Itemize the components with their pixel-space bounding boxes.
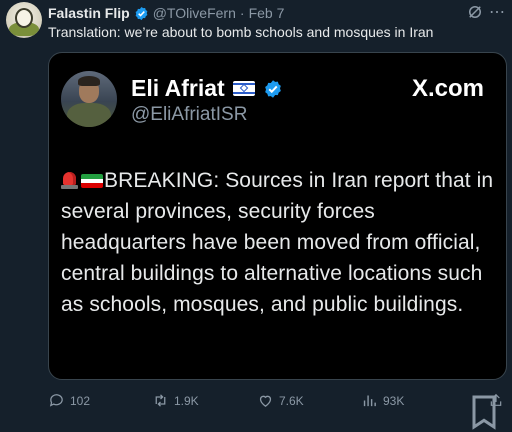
embed-text: BREAKING: Sources in Iran report that in… — [61, 169, 494, 316]
embedded-image[interactable]: Eli Afriat @EliAfriatISR X.com BREAKING:… — [48, 52, 507, 380]
grok-icon[interactable] — [466, 3, 484, 21]
reply-count: 102 — [70, 393, 91, 408]
repost-button[interactable]: 1.9K — [152, 392, 199, 409]
views-count: 93K — [383, 393, 405, 408]
avatar-face-shape — [15, 8, 33, 28]
embed-author-row: Eli Afriat — [131, 75, 283, 102]
repost-icon — [155, 394, 166, 407]
siren-icon — [61, 170, 78, 190]
author-handle[interactable]: @TOliveFern — [153, 5, 236, 21]
israel-flag-icon — [232, 81, 255, 96]
author-avatar[interactable] — [6, 2, 42, 38]
tweet-header: Falastin Flip @TOliveFern · Feb 7 — [48, 4, 502, 22]
more-icon[interactable]: ⋯ — [489, 2, 506, 22]
embed-author-name: Eli Afriat — [131, 75, 225, 101]
post-date[interactable]: Feb 7 — [249, 5, 285, 21]
embed-avatar — [61, 71, 117, 127]
iran-flag-icon — [81, 174, 103, 188]
reply-icon — [49, 394, 63, 407]
verified-badge-icon — [135, 6, 148, 20]
like-icon — [259, 395, 272, 407]
avatar-hair-shape — [78, 76, 100, 86]
like-count: 7.6K — [279, 393, 304, 408]
share-icon[interactable] — [488, 392, 504, 408]
separator-dot: · — [239, 5, 245, 21]
like-button[interactable]: 7.6K — [257, 392, 304, 409]
views-button[interactable]: 93K — [361, 392, 404, 409]
brand-logo: X.com — [411, 75, 484, 102]
embed-verified-badge-icon — [264, 79, 281, 98]
views-icon — [363, 395, 376, 407]
repost-count: 1.9K — [174, 393, 199, 408]
embed-author-handle: @EliAfriatISR — [131, 104, 248, 125]
tweet-caption: Translation: we’re about to bomb schools… — [48, 24, 434, 40]
action-bar: 102 1.9K 7.6K 93K — [48, 392, 504, 430]
avatar-body-shape — [67, 103, 111, 127]
embed-text-block: BREAKING: Sources in Iran report that in… — [61, 165, 501, 320]
author-name[interactable]: Falastin Flip — [48, 5, 130, 21]
reply-button[interactable]: 102 — [48, 392, 90, 409]
